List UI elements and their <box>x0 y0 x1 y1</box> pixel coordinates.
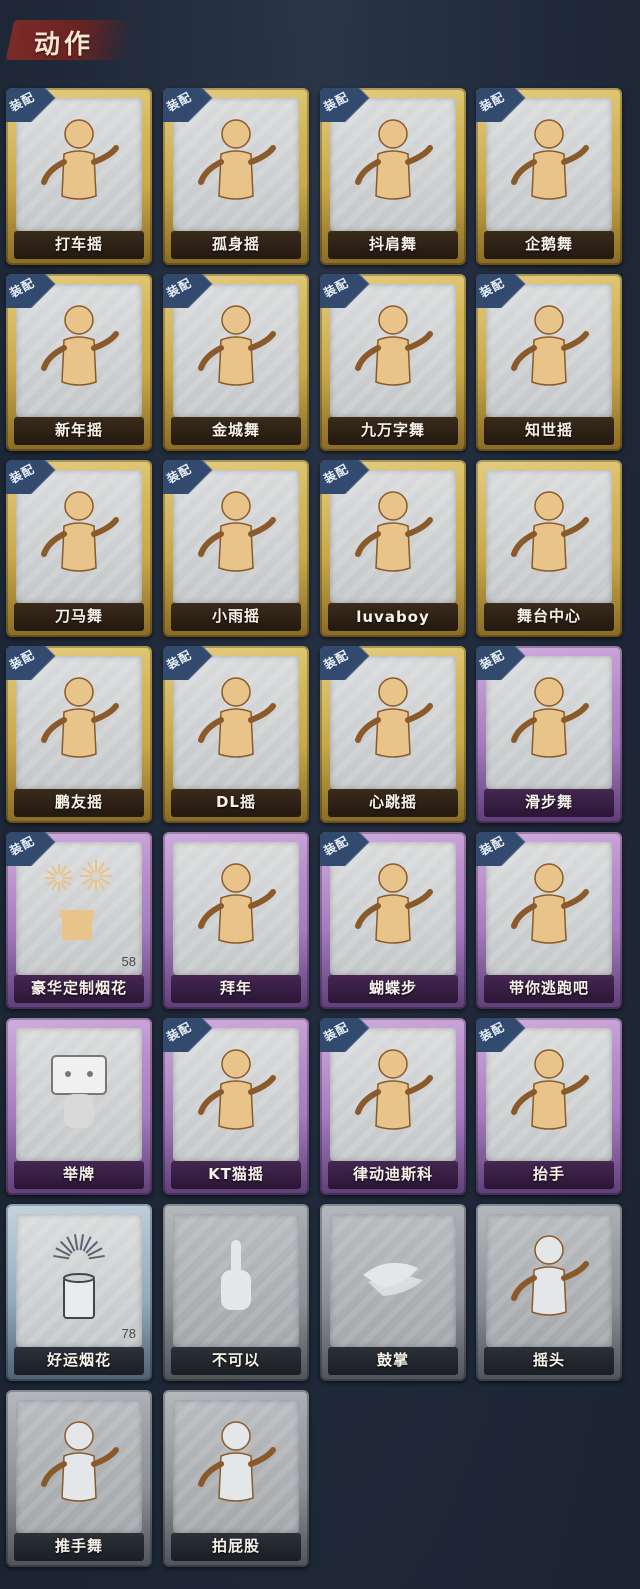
emote-page: 动作 装配 打车摇 装配 孤身摇 装配 抖肩舞 装配 企鹅舞 装配 新年摇 装配 金城舞 装 <box>0 0 640 1589</box>
emote-card[interactable]: 装配鹏友摇 <box>6 646 152 823</box>
figure-spank-icon <box>181 1406 291 1516</box>
emote-name: KT猫摇 <box>208 1165 264 1183</box>
equipped-badge: 装配 <box>320 460 372 494</box>
emote-card[interactable]: 拍屁股 <box>163 1390 309 1567</box>
emote-card[interactable]: 装配带你逃跑吧 <box>476 832 622 1009</box>
clap-icon <box>338 1220 448 1330</box>
emote-name: 舞台中心 <box>516 607 581 625</box>
emote-name: 新年摇 <box>54 421 103 439</box>
emote-name: 心跳摇 <box>368 793 417 811</box>
emote-card[interactable]: 不可以 <box>163 1204 309 1381</box>
emote-name: 蝴蝶步 <box>368 979 417 997</box>
emote-card[interactable]: 舞台中心 <box>476 460 622 637</box>
emote-name: 律动迪斯科 <box>352 1165 433 1183</box>
equipped-badge: 装配 <box>163 646 215 680</box>
emote-card[interactable]: 装配滑步舞 <box>476 646 622 823</box>
equipped-badge: 装配 <box>476 88 528 122</box>
figure-shake-head-icon <box>494 1220 604 1330</box>
emote-card[interactable]: 举牌 <box>6 1018 152 1195</box>
equipped-badge: 装配 <box>476 1018 528 1052</box>
equipped-badge: 装配 <box>476 832 528 866</box>
emote-card[interactable]: 装配刀马舞 <box>6 460 152 637</box>
emote-name: 孤身摇 <box>211 235 260 253</box>
emote-name: 企鹅舞 <box>524 235 573 253</box>
equipped-badge: 装配 <box>320 274 372 308</box>
equipped-badge: 装配 <box>6 274 58 308</box>
emote-card[interactable]: 装配律动迪斯科 <box>320 1018 466 1195</box>
emote-name: 带你逃跑吧 <box>508 979 589 997</box>
emote-card[interactable]: 装配 DL摇 <box>163 646 309 823</box>
equipped-badge: 装配 <box>6 832 58 866</box>
emote-card[interactable]: 装配抖肩舞 <box>320 88 466 265</box>
emote-card[interactable]: 58 装配豪华定制烟花 <box>6 832 152 1009</box>
emote-card[interactable]: 装配蝴蝶步 <box>320 832 466 1009</box>
emote-card[interactable]: 鼓掌 <box>320 1204 466 1381</box>
equipped-badge: 装配 <box>476 274 528 308</box>
emote-name: 好运烟花 <box>46 1351 111 1369</box>
figure-bow-icon <box>181 848 291 958</box>
emote-name: 拍屁股 <box>211 1537 260 1555</box>
emote-card[interactable]: 装配新年摇 <box>6 274 152 451</box>
emote-name: 打车摇 <box>54 235 103 253</box>
emote-name: 摇头 <box>532 1351 565 1369</box>
figure-dance-icon <box>494 476 604 586</box>
emote-card[interactable]: 78 好运烟花 <box>6 1204 152 1381</box>
emote-card[interactable]: 推手舞 <box>6 1390 152 1567</box>
emote-card[interactable]: 装配打车摇 <box>6 88 152 265</box>
emote-name: 不可以 <box>211 1351 260 1369</box>
emote-card[interactable]: 摇头 <box>476 1204 622 1381</box>
emote-card[interactable]: 装配心跳摇 <box>320 646 466 823</box>
emote-name: 抖肩舞 <box>368 235 417 253</box>
emote-name: 刀马舞 <box>54 607 103 625</box>
emote-name: DL摇 <box>215 793 256 811</box>
firework-can-icon <box>24 1220 134 1330</box>
emote-card[interactable]: 拜年 <box>163 832 309 1009</box>
emote-name: 鹏友摇 <box>54 793 103 811</box>
emote-name: 滑步舞 <box>524 793 573 811</box>
emote-card[interactable]: 装配抬手 <box>476 1018 622 1195</box>
emote-card[interactable]: 装配企鹅舞 <box>476 88 622 265</box>
equipped-badge: 装配 <box>476 646 528 680</box>
emote-name: 九万字舞 <box>360 421 425 439</box>
equipped-badge: 装配 <box>163 88 215 122</box>
equipped-badge: 装配 <box>163 274 215 308</box>
emote-name: 鼓掌 <box>376 1351 409 1369</box>
equipped-badge: 装配 <box>320 1018 372 1052</box>
equipped-badge: 装配 <box>6 646 58 680</box>
emote-name: luvaboy <box>356 608 430 626</box>
emote-card[interactable]: 装配 KT猫摇 <box>163 1018 309 1195</box>
item-count: 58 <box>121 954 136 969</box>
emote-name: 拜年 <box>219 979 252 997</box>
equipped-badge: 装配 <box>6 460 58 494</box>
item-count: 78 <box>121 1326 136 1341</box>
emote-name: 豪华定制烟花 <box>30 979 127 997</box>
emote-name: 举牌 <box>62 1165 95 1183</box>
equipped-badge: 装配 <box>320 88 372 122</box>
equipped-badge: 装配 <box>163 1018 215 1052</box>
emote-card[interactable]: 装配孤身摇 <box>163 88 309 265</box>
section-title: 动作 <box>34 30 95 60</box>
equipped-badge: 装配 <box>163 460 215 494</box>
emote-name: 抬手 <box>532 1165 565 1183</box>
emote-card[interactable]: 装配 luvaboy <box>320 460 466 637</box>
emote-card[interactable]: 装配小雨摇 <box>163 460 309 637</box>
sign-holder-icon <box>24 1034 134 1144</box>
emote-name: 推手舞 <box>54 1537 103 1555</box>
emote-name: 知世摇 <box>524 421 573 439</box>
finger-wag-icon <box>181 1220 291 1330</box>
emote-card[interactable]: 装配九万字舞 <box>320 274 466 451</box>
section-header: 动作 <box>5 14 137 66</box>
equipped-badge: 装配 <box>320 832 372 866</box>
equipped-badge: 装配 <box>320 646 372 680</box>
emote-card[interactable]: 装配金城舞 <box>163 274 309 451</box>
emote-name: 小雨摇 <box>211 607 260 625</box>
emote-card[interactable]: 装配知世摇 <box>476 274 622 451</box>
emote-name: 金城舞 <box>211 421 260 439</box>
equipped-badge: 装配 <box>6 88 58 122</box>
figure-push-icon <box>24 1406 134 1516</box>
